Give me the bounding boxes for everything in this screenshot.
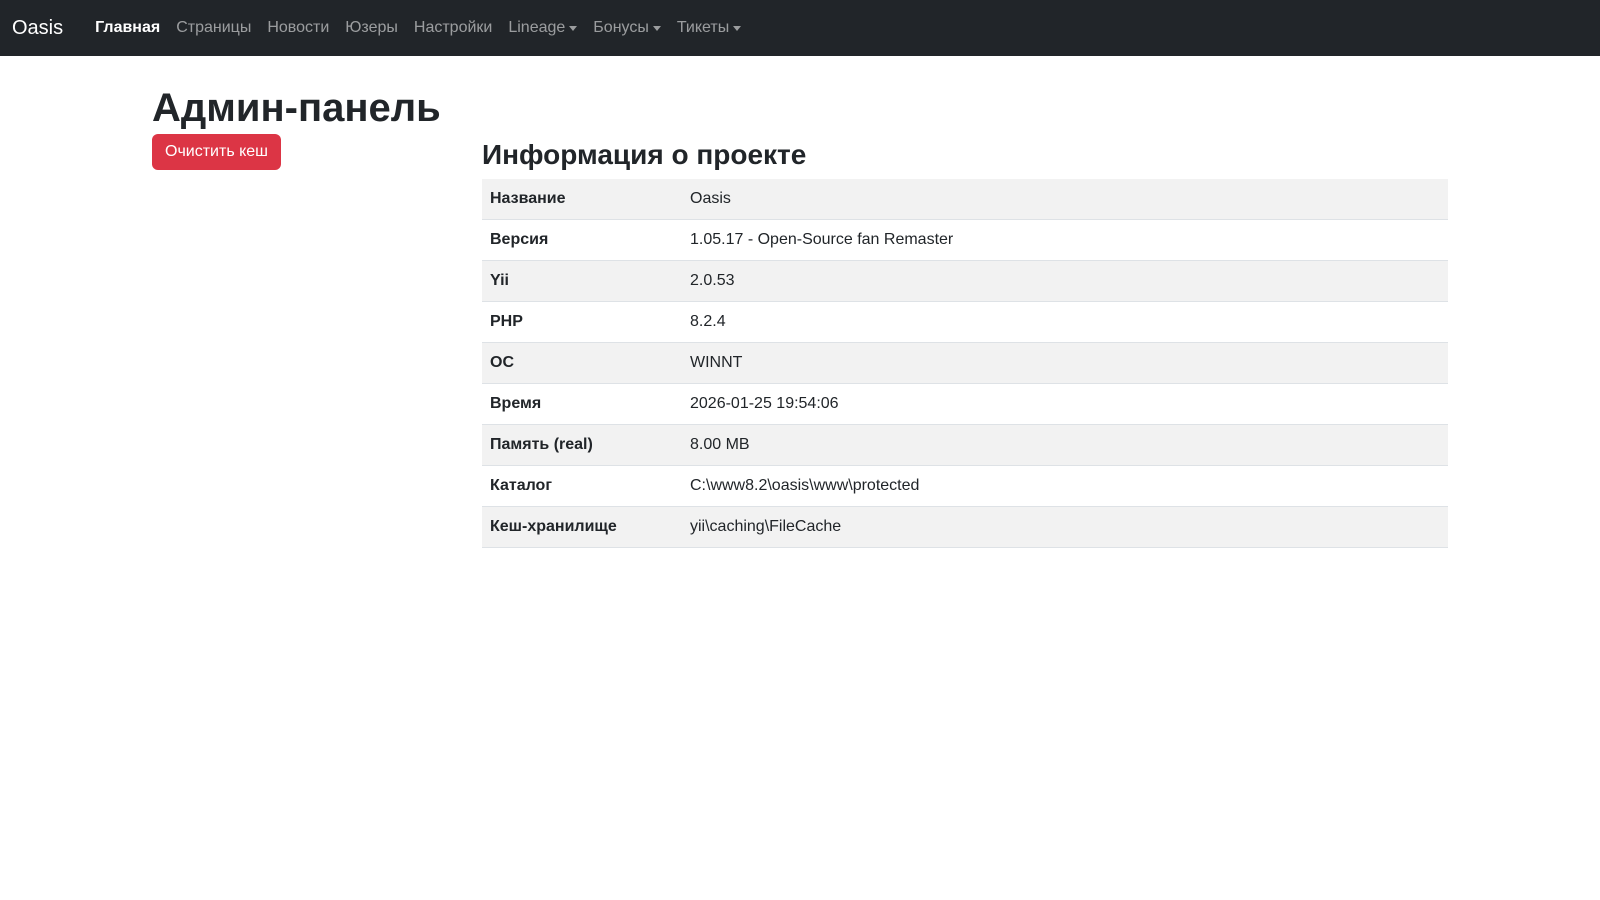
info-key: Кеш-хранилище	[482, 506, 682, 549]
info-value: yii\caching\FileCache	[682, 506, 1448, 549]
info-key: Каталог	[482, 465, 682, 508]
caret-down-icon	[733, 25, 742, 31]
nav-item-news[interactable]: Новости	[259, 11, 337, 45]
info-value: 8.00 MB	[682, 424, 1448, 467]
actions-column: Очистить кеш	[152, 134, 482, 548]
table-row: Каталог C:\www8.2\oasis\www\protected	[482, 465, 1448, 508]
info-value: 2026-01-25 19:54:06	[682, 383, 1448, 426]
info-key: Название	[482, 178, 682, 221]
caret-down-icon	[569, 25, 578, 31]
info-key: Время	[482, 383, 682, 426]
nav-item-label: Юзеры	[345, 19, 398, 36]
info-value: WINNT	[682, 342, 1448, 385]
nav-dropdown-lineage[interactable]: Lineage	[500, 11, 585, 45]
nav-item-users[interactable]: Юзеры	[337, 11, 406, 45]
table-row: Версия 1.05.17 - Open-Source fan Remaster	[482, 219, 1448, 262]
nav-dropdown-bonuses[interactable]: Бонусы	[585, 11, 669, 45]
nav-item-label: Тикеты	[676, 19, 730, 36]
project-info-title: Информация о проекте	[482, 139, 807, 170]
project-info-table: Название Oasis Версия 1.05.17 - Open-Source…	[482, 178, 1448, 549]
table-row: Название Oasis	[482, 178, 1448, 221]
caret-down-icon	[652, 25, 661, 31]
nav-item-label: Главная	[95, 19, 161, 36]
page-title: Админ-панель	[152, 86, 441, 130]
nav-item-label: Бонусы	[593, 19, 649, 36]
info-value: Oasis	[682, 178, 1448, 221]
info-value: 1.05.17 - Open-Source fan Remaster	[682, 219, 1448, 262]
info-value: 2.0.53	[682, 260, 1448, 303]
info-value: 8.2.4	[682, 301, 1448, 344]
info-key: ОС	[482, 342, 682, 385]
nav-dropdown-tickets[interactable]: Тикеты	[669, 11, 749, 45]
main-content: Админ-панель Очистить кеш Информация о п…	[152, 56, 1448, 549]
nav-item-label: Страницы	[176, 19, 252, 36]
nav-item-label: Настройки	[413, 19, 493, 36]
top-navbar: Oasis Главная Страницы Новости Юзеры Нас…	[0, 0, 1600, 56]
content-row: Очистить кеш Информация о проекте Назван…	[152, 134, 1448, 549]
table-row: ОС WINNT	[482, 342, 1448, 385]
info-value: C:\www8.2\oasis\www\protected	[682, 465, 1448, 508]
info-key: Память (real)	[482, 424, 682, 467]
nav-item-pages[interactable]: Страницы	[168, 11, 259, 45]
table-row: PHP 8.2.4	[482, 301, 1448, 344]
nav-item-label: Lineage	[508, 19, 566, 36]
table-row: Время 2026-01-25 19:54:06	[482, 383, 1448, 426]
info-key: Версия	[482, 219, 682, 262]
nav-item-label: Новости	[267, 19, 330, 36]
project-info-panel: Информация о проекте Название Oasis Версия…	[482, 134, 1448, 549]
nav-item-settings[interactable]: Настройки	[406, 11, 500, 45]
nav-item-home[interactable]: Главная	[87, 11, 168, 45]
table-row: Yii 2.0.53	[482, 260, 1448, 303]
navbar-brand[interactable]: Oasis	[12, 17, 63, 40]
nav-menu: Главная Страницы Новости Юзеры Настройки…	[87, 11, 749, 45]
table-row: Кеш-хранилище yii\caching\FileCache	[482, 506, 1448, 549]
clear-cache-button[interactable]: Очистить кеш	[152, 134, 282, 170]
table-row: Память (real) 8.00 MB	[482, 424, 1448, 467]
info-key: PHP	[482, 301, 682, 344]
info-key: Yii	[482, 260, 682, 303]
